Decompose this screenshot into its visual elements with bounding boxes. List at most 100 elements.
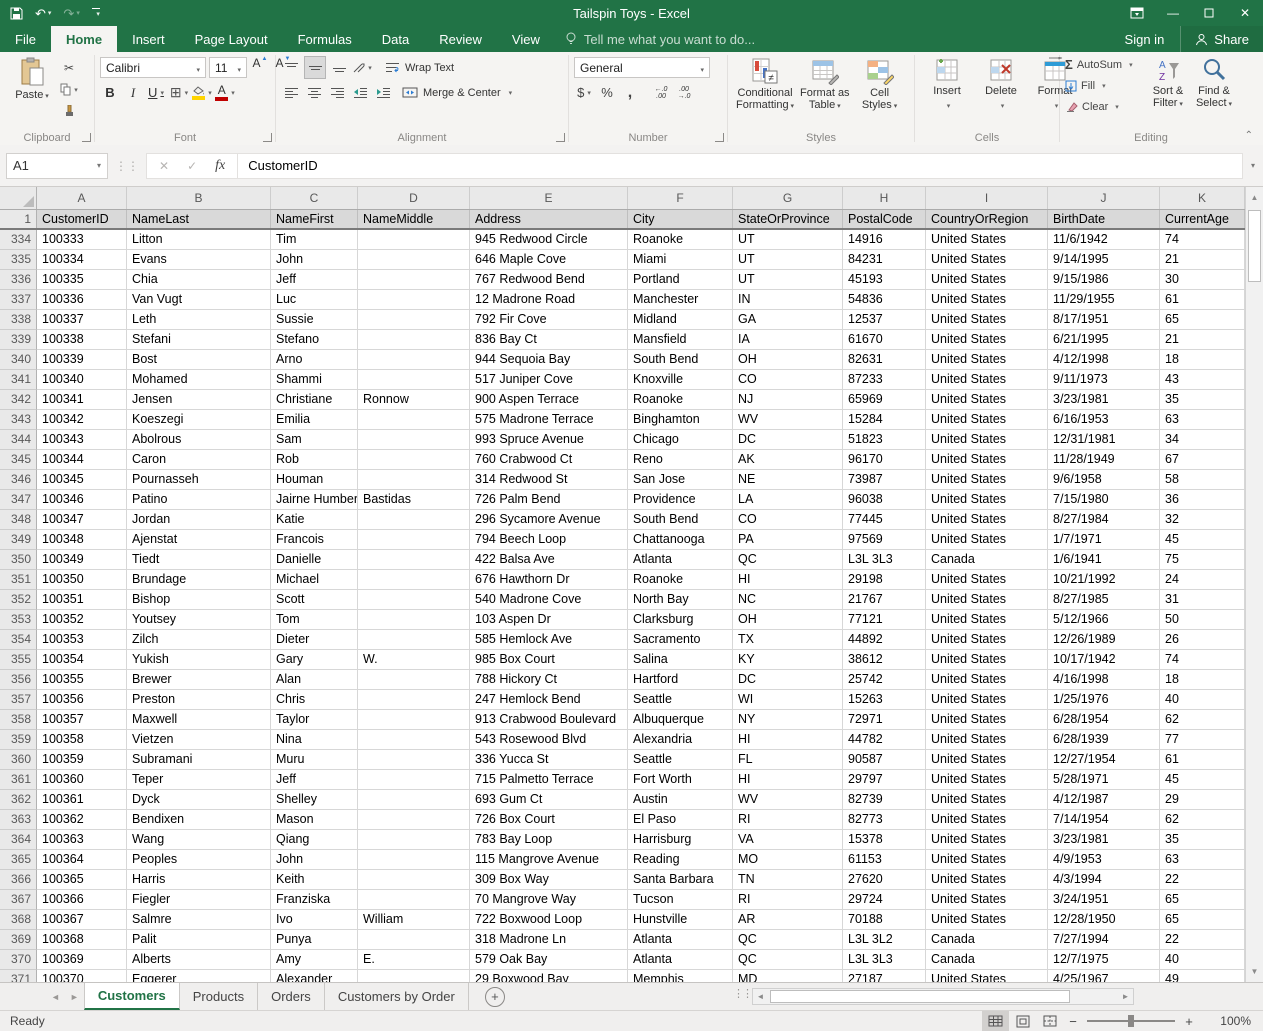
cell[interactable]: 8/27/1985 xyxy=(1048,590,1160,610)
row-number-358[interactable]: 358 xyxy=(0,710,37,730)
cell[interactable]: 82739 xyxy=(843,790,926,810)
cell[interactable]: 336 Yucca St xyxy=(470,750,628,770)
ribbon-display-options-icon[interactable] xyxy=(1119,0,1155,26)
cell[interactable]: 100369 xyxy=(37,950,127,970)
cell[interactable]: 422 Balsa Ave xyxy=(470,550,628,570)
cell[interactable]: Bost xyxy=(127,350,271,370)
cell[interactable]: Portland xyxy=(628,270,733,290)
cell[interactable] xyxy=(358,830,470,850)
cell[interactable]: Atlanta xyxy=(628,550,733,570)
cell[interactable]: 34 xyxy=(1160,430,1245,450)
row-number-348[interactable]: 348 xyxy=(0,510,37,530)
cell[interactable]: 760 Crabwood Ct xyxy=(470,450,628,470)
add-sheet-button[interactable]: + xyxy=(485,987,505,1007)
cell[interactable]: Atlanta xyxy=(628,950,733,970)
cell[interactable]: 540 Madrone Cove xyxy=(470,590,628,610)
row-number-342[interactable]: 342 xyxy=(0,390,37,410)
cell[interactable]: IA xyxy=(733,330,843,350)
cell[interactable]: United States xyxy=(926,450,1048,470)
cell[interactable]: Salmre xyxy=(127,910,271,930)
cell[interactable]: 77121 xyxy=(843,610,926,630)
expand-formula-bar-icon[interactable]: ▾ xyxy=(1243,161,1263,170)
cell[interactable]: Sussie xyxy=(271,310,358,330)
cell[interactable] xyxy=(358,710,470,730)
cell[interactable]: Tom xyxy=(271,610,358,630)
cell[interactable] xyxy=(358,290,470,310)
increase-font-icon[interactable]: A▲ xyxy=(250,57,270,78)
cell[interactable]: Jeff xyxy=(271,770,358,790)
cell[interactable]: 50 xyxy=(1160,610,1245,630)
cell[interactable]: 100368 xyxy=(37,930,127,950)
sheet-nav-left-icon[interactable]: ◄ xyxy=(46,983,65,1010)
cell[interactable]: Alexandria xyxy=(628,730,733,750)
row-number-339[interactable]: 339 xyxy=(0,330,37,350)
cell[interactable]: Roanoke xyxy=(628,570,733,590)
cell[interactable]: 4/12/1998 xyxy=(1048,350,1160,370)
row-number-335[interactable]: 335 xyxy=(0,250,37,270)
cell[interactable]: 65 xyxy=(1160,890,1245,910)
column-header-e[interactable]: E xyxy=(470,187,628,209)
cell[interactable]: UT xyxy=(733,250,843,270)
cell[interactable]: United States xyxy=(926,890,1048,910)
cell[interactable] xyxy=(358,690,470,710)
cell[interactable]: 14916 xyxy=(843,230,926,250)
cell[interactable]: 40 xyxy=(1160,950,1245,970)
cell[interactable]: Vietzen xyxy=(127,730,271,750)
cell[interactable]: United States xyxy=(926,490,1048,510)
cell[interactable]: 9/6/1958 xyxy=(1048,470,1160,490)
cell[interactable]: Wang xyxy=(127,830,271,850)
cell[interactable]: NY xyxy=(733,710,843,730)
cell[interactable] xyxy=(358,610,470,630)
ribbon-tab-home[interactable]: Home xyxy=(51,26,117,52)
sort-filter-button[interactable]: AZ Sort & Filter xyxy=(1145,55,1191,113)
sign-in-link[interactable]: Sign in xyxy=(1109,26,1181,52)
cell[interactable]: Shammi xyxy=(271,370,358,390)
cell[interactable]: TN xyxy=(733,870,843,890)
row-number-354[interactable]: 354 xyxy=(0,630,37,650)
cell[interactable]: 309 Box Way xyxy=(470,870,628,890)
cell[interactable]: Tucson xyxy=(628,890,733,910)
cell[interactable]: 115 Mangrove Avenue xyxy=(470,850,628,870)
paste-button[interactable]: Paste xyxy=(5,55,59,105)
cell[interactable]: Bendixen xyxy=(127,810,271,830)
cell[interactable]: 100347 xyxy=(37,510,127,530)
comma-format-icon[interactable]: , xyxy=(620,82,640,103)
cell[interactable]: 1/6/1941 xyxy=(1048,550,1160,570)
cell[interactable]: 767 Redwood Bend xyxy=(470,270,628,290)
cell[interactable]: Chia xyxy=(127,270,271,290)
cell[interactable]: Alan xyxy=(271,670,358,690)
formula-input[interactable]: CustomerID xyxy=(238,153,1243,179)
row-number-346[interactable]: 346 xyxy=(0,470,37,490)
cell[interactable]: Evans xyxy=(127,250,271,270)
cell[interactable]: Alexander xyxy=(271,970,358,982)
row-number-351[interactable]: 351 xyxy=(0,570,37,590)
insert-cells-button[interactable]: Insert xyxy=(920,55,974,115)
cell[interactable]: 74 xyxy=(1160,230,1245,250)
column-header-c[interactable]: C xyxy=(271,187,358,209)
format-painter-icon[interactable] xyxy=(59,101,79,122)
cell[interactable]: United States xyxy=(926,910,1048,930)
cell[interactable]: 579 Oak Bay xyxy=(470,950,628,970)
number-dialog-launcher[interactable] xyxy=(715,133,724,142)
cell[interactable]: 100334 xyxy=(37,250,127,270)
cell[interactable]: W. xyxy=(358,650,470,670)
cell[interactable]: 77445 xyxy=(843,510,926,530)
cell[interactable]: 12/31/1981 xyxy=(1048,430,1160,450)
cell[interactable]: TX xyxy=(733,630,843,650)
cell[interactable]: Gary xyxy=(271,650,358,670)
cell[interactable]: 58 xyxy=(1160,470,1245,490)
cell[interactable]: 6/16/1953 xyxy=(1048,410,1160,430)
cell[interactable]: Stefani xyxy=(127,330,271,350)
cell[interactable]: Chattanooga xyxy=(628,530,733,550)
cell[interactable]: Reno xyxy=(628,450,733,470)
column-header-b[interactable]: B xyxy=(127,187,271,209)
cell[interactable]: E. xyxy=(358,950,470,970)
cell[interactable]: NE xyxy=(733,470,843,490)
cell[interactable] xyxy=(358,930,470,950)
cell[interactable]: Austin xyxy=(628,790,733,810)
cell[interactable]: DC xyxy=(733,670,843,690)
cell[interactable]: MD xyxy=(733,970,843,982)
cell[interactable]: 25742 xyxy=(843,670,926,690)
cell[interactable]: United States xyxy=(926,250,1048,270)
insert-function-icon[interactable]: fx xyxy=(215,158,225,174)
